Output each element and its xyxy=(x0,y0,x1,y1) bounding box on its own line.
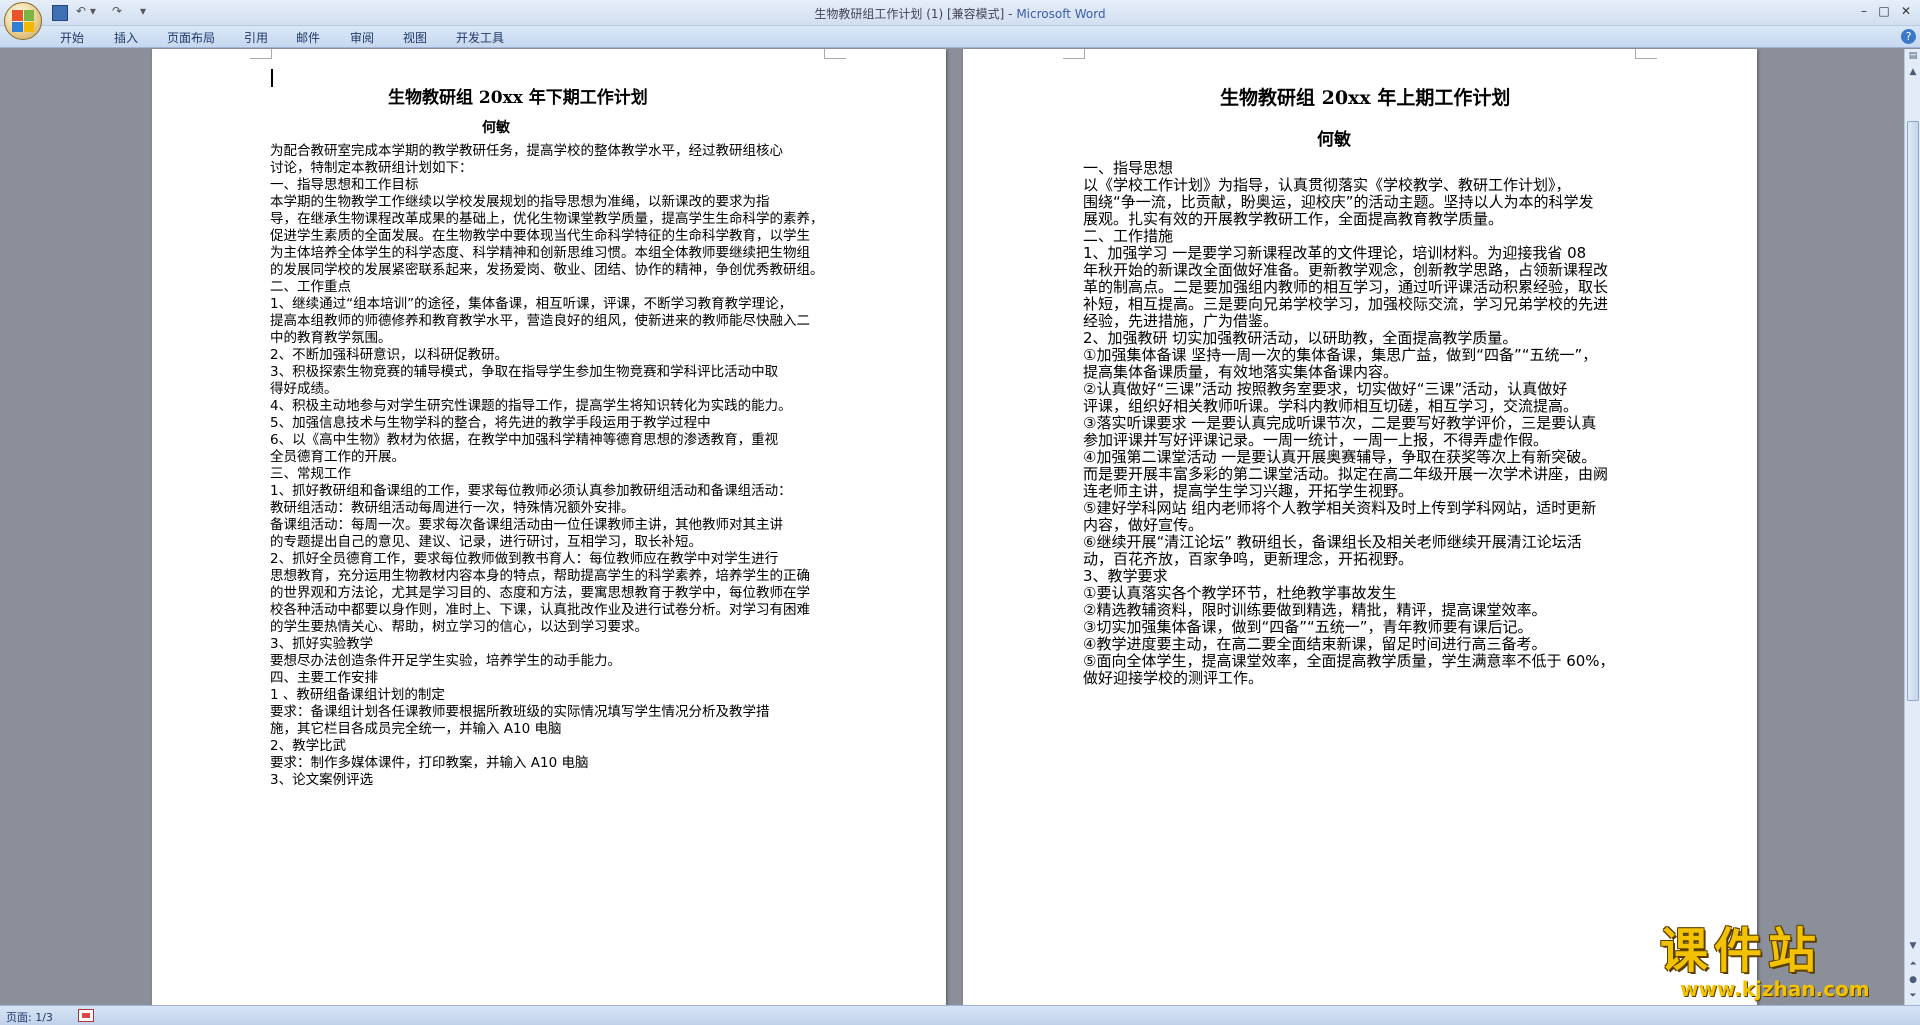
ribbon-tabs: 开始 插入 页面布局 引用 邮件 审阅 视图 开发工具 ? xyxy=(0,26,1920,48)
office-logo-icon xyxy=(12,10,34,32)
tab-mailings[interactable]: 邮件 xyxy=(296,29,320,46)
title-bar: ↶ ▾ ↷ ▾ 生物教研组工作计划 (1) [兼容模式] - Microsoft… xyxy=(0,0,1920,40)
close-icon[interactable]: ✕ xyxy=(1896,2,1916,20)
ruler-toggle-icon[interactable]: ▤ xyxy=(1906,49,1920,63)
tab-page-layout[interactable]: 页面布局 xyxy=(167,29,215,46)
watermark-url: www.kjzhan.com xyxy=(1680,977,1870,1001)
text-cursor xyxy=(271,69,273,87)
doc-title-right: 生物教研组 20xx 年上期工作计划 xyxy=(1220,87,1511,109)
doc-title-left: 生物教研组 20xx 年下期工作计划 xyxy=(388,88,648,108)
doc-line: 的发展同学校的发展紧密联系起来，发扬爱岗、敬业、团结、协作的精神，争创优秀教研组… xyxy=(270,262,824,278)
doc-line: 3、论文案例评选 xyxy=(270,772,374,788)
previous-page-icon[interactable]: ⏶ xyxy=(1906,957,1920,971)
page-left[interactable]: 生物教研组 20xx 年下期工作计划 何敏 为配合教研室完成本学期的教学教研任务… xyxy=(152,49,946,1005)
tab-review[interactable]: 审阅 xyxy=(350,29,374,46)
tab-view[interactable]: 视图 xyxy=(403,29,427,46)
office-button[interactable] xyxy=(4,2,42,40)
crop-mark xyxy=(1063,49,1085,59)
browse-object-icon[interactable]: ● xyxy=(1906,973,1920,987)
watermark-text: 课件站 xyxy=(1660,923,1823,979)
doc-line: 3、积极探索生物竞赛的辅导模式，争取在指导学生参加生物竞赛和学科评比活动中取 xyxy=(270,364,779,380)
doc-author-right: 何敏 xyxy=(1317,130,1351,150)
minimize-icon[interactable]: – xyxy=(1854,2,1874,20)
maximize-icon[interactable]: □ xyxy=(1874,2,1894,20)
doc-author-left: 何敏 xyxy=(482,120,510,136)
doc-line: 做好迎接学校的测评工作。 xyxy=(1083,669,1264,687)
window-title: 生物教研组工作计划 (1) [兼容模式] - Microsoft Word xyxy=(0,5,1920,22)
page-number-status[interactable]: 页面: 1/3 xyxy=(6,1009,53,1025)
scroll-down-icon[interactable]: ▼ xyxy=(1906,939,1920,953)
tab-home[interactable]: 开始 xyxy=(60,29,84,46)
crop-mark xyxy=(1635,49,1657,59)
app-name: Microsoft Word xyxy=(1016,7,1106,21)
scroll-up-icon[interactable]: ▲ xyxy=(1906,65,1920,79)
document-title: 生物教研组工作计划 (1) [兼容模式] - xyxy=(814,7,1017,21)
crop-mark xyxy=(824,49,846,59)
help-icon[interactable]: ? xyxy=(1901,29,1916,44)
scroll-thumb[interactable] xyxy=(1907,121,1919,701)
page-right[interactable]: 生物教研组 20xx 年上期工作计划 何敏 一、指导思想 以《学校工作计划》为指… xyxy=(963,49,1757,1005)
tab-developer[interactable]: 开发工具 xyxy=(456,29,504,46)
proofing-icon[interactable] xyxy=(78,1009,94,1022)
next-page-icon[interactable]: ⏷ xyxy=(1906,989,1920,1003)
tab-references[interactable]: 引用 xyxy=(244,29,268,46)
document-workspace: 生物教研组 20xx 年下期工作计划 何敏 为配合教研室完成本学期的教学教研任务… xyxy=(0,49,1904,1005)
crop-mark xyxy=(250,49,272,59)
tab-insert[interactable]: 插入 xyxy=(114,29,138,46)
status-bar: 页面: 1/3 xyxy=(0,1005,1920,1025)
watermark-logo: 课件站 www.kjzhan.com xyxy=(1660,925,1900,1005)
vertical-scrollbar[interactable]: ▤ ▲ ▼ ⏶ ● ⏷ xyxy=(1904,49,1920,1005)
